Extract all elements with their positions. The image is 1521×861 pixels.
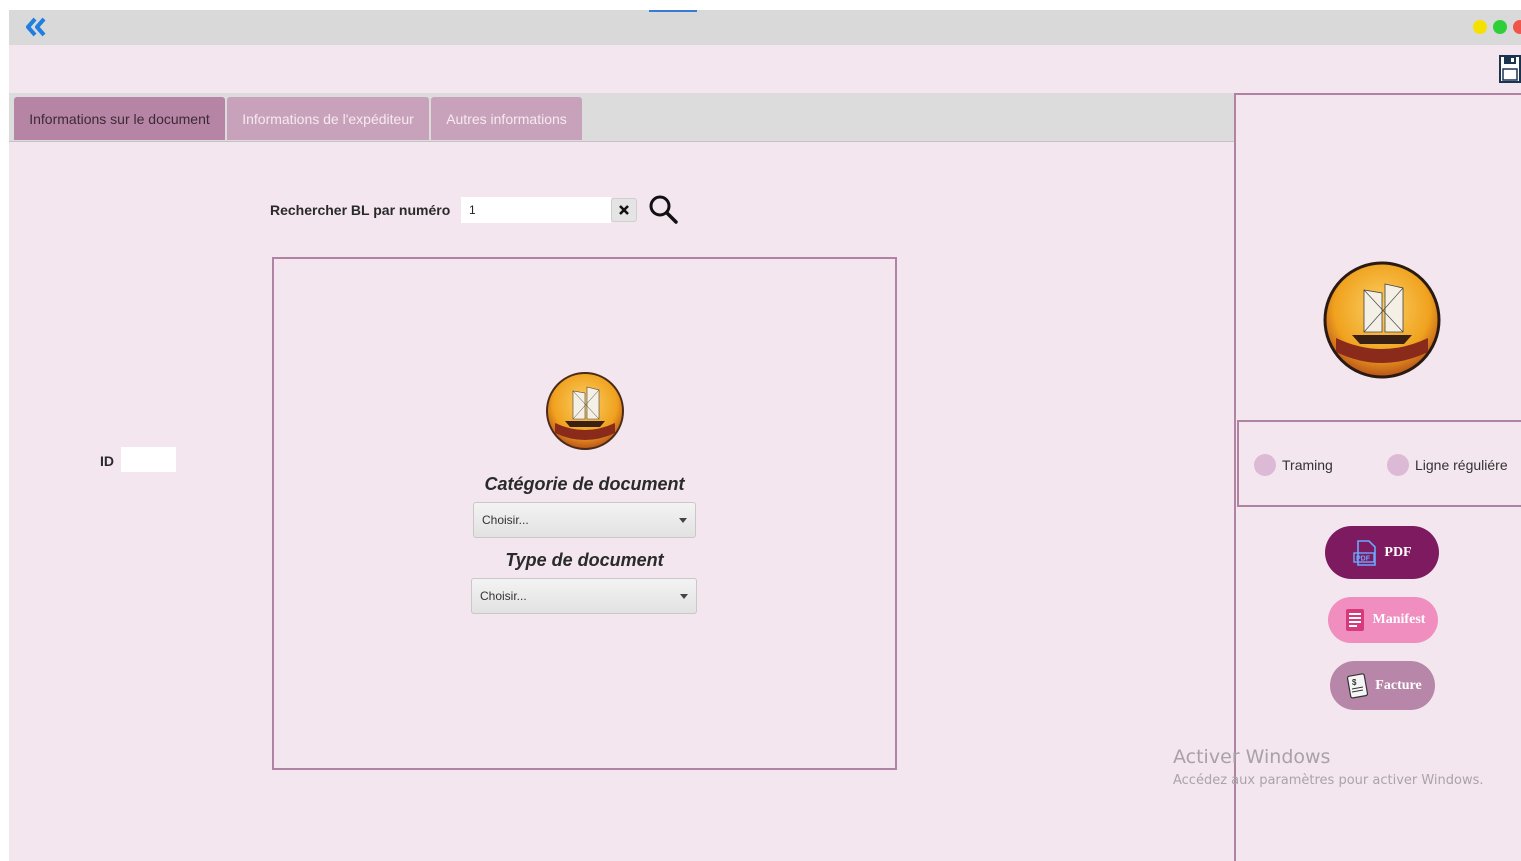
search-input[interactable] xyxy=(461,197,611,223)
radio-ligne-reguliere[interactable]: Ligne réguliére xyxy=(1387,454,1508,476)
app-window: Informations sur le document Information… xyxy=(9,10,1521,861)
radio-circle xyxy=(1387,454,1409,476)
tab-document-info[interactable]: Informations sur le document xyxy=(14,97,225,140)
document-panel: Catégorie de document Choisir... Type de… xyxy=(272,257,897,770)
title-bar xyxy=(9,10,1521,45)
pdf-button-label: PDF xyxy=(1384,544,1412,560)
magnifier-icon xyxy=(649,195,678,224)
manifest-button[interactable]: Manifest xyxy=(1328,597,1438,643)
category-select[interactable]: Choisir... xyxy=(473,502,696,538)
radio-traming-label: Traming xyxy=(1282,457,1333,473)
radio-traming[interactable]: Traming xyxy=(1254,454,1333,476)
type-select-value: Choisir... xyxy=(480,589,527,603)
category-select-value: Choisir... xyxy=(482,513,529,527)
ship-logo-icon xyxy=(546,372,624,450)
search-button[interactable] xyxy=(647,193,679,225)
manifest-button-label: Manifest xyxy=(1372,612,1426,627)
maximize-button[interactable] xyxy=(1493,20,1507,34)
facture-button[interactable]: $ Facture xyxy=(1330,661,1435,710)
activation-watermark-title: Activer Windows xyxy=(1173,746,1331,768)
type-select[interactable]: Choisir... xyxy=(471,578,697,614)
tab-other-info[interactable]: Autres informations xyxy=(431,97,582,140)
id-input[interactable] xyxy=(121,447,176,472)
invoice-icon: $ xyxy=(1347,672,1369,699)
top-indicator xyxy=(649,10,697,12)
svg-text:$: $ xyxy=(1352,678,1357,687)
chevron-down-icon xyxy=(679,518,687,523)
search-label: Rechercher BL par numéro xyxy=(270,202,451,218)
type-label: Type de document xyxy=(505,550,664,570)
ship-logo-icon xyxy=(1323,261,1441,379)
radio-ligne-label: Ligne réguliére xyxy=(1415,457,1508,473)
clear-search-button[interactable] xyxy=(611,198,637,222)
radio-circle xyxy=(1254,454,1276,476)
facture-button-label: Facture xyxy=(1375,677,1422,693)
minimize-button[interactable] xyxy=(1473,20,1487,34)
document-list-icon xyxy=(1345,609,1364,631)
svg-text:PDF: PDF xyxy=(1356,555,1371,562)
right-panel-top-border xyxy=(1234,93,1521,95)
id-label: ID xyxy=(100,453,114,469)
pdf-button[interactable]: PDF PDF xyxy=(1325,526,1439,579)
category-label: Catégorie de document xyxy=(484,474,685,494)
close-icon xyxy=(619,205,629,215)
service-type-group: Traming Ligne réguliére xyxy=(1237,420,1521,507)
close-window-button[interactable] xyxy=(1513,20,1521,34)
activation-watermark-subtitle: Accédez aux paramètres pour activer Wind… xyxy=(1173,773,1484,788)
double-chevron-left-icon xyxy=(26,17,46,37)
tab-sender-info[interactable]: Informations de l'expéditeur xyxy=(227,97,429,140)
chevron-down-icon xyxy=(680,594,688,599)
floppy-disk-icon xyxy=(1499,55,1521,83)
tab-bar: Informations sur le document Information… xyxy=(9,93,1234,142)
back-button[interactable] xyxy=(23,16,49,38)
pdf-file-icon: PDF xyxy=(1353,539,1377,566)
save-button[interactable] xyxy=(1499,55,1521,83)
